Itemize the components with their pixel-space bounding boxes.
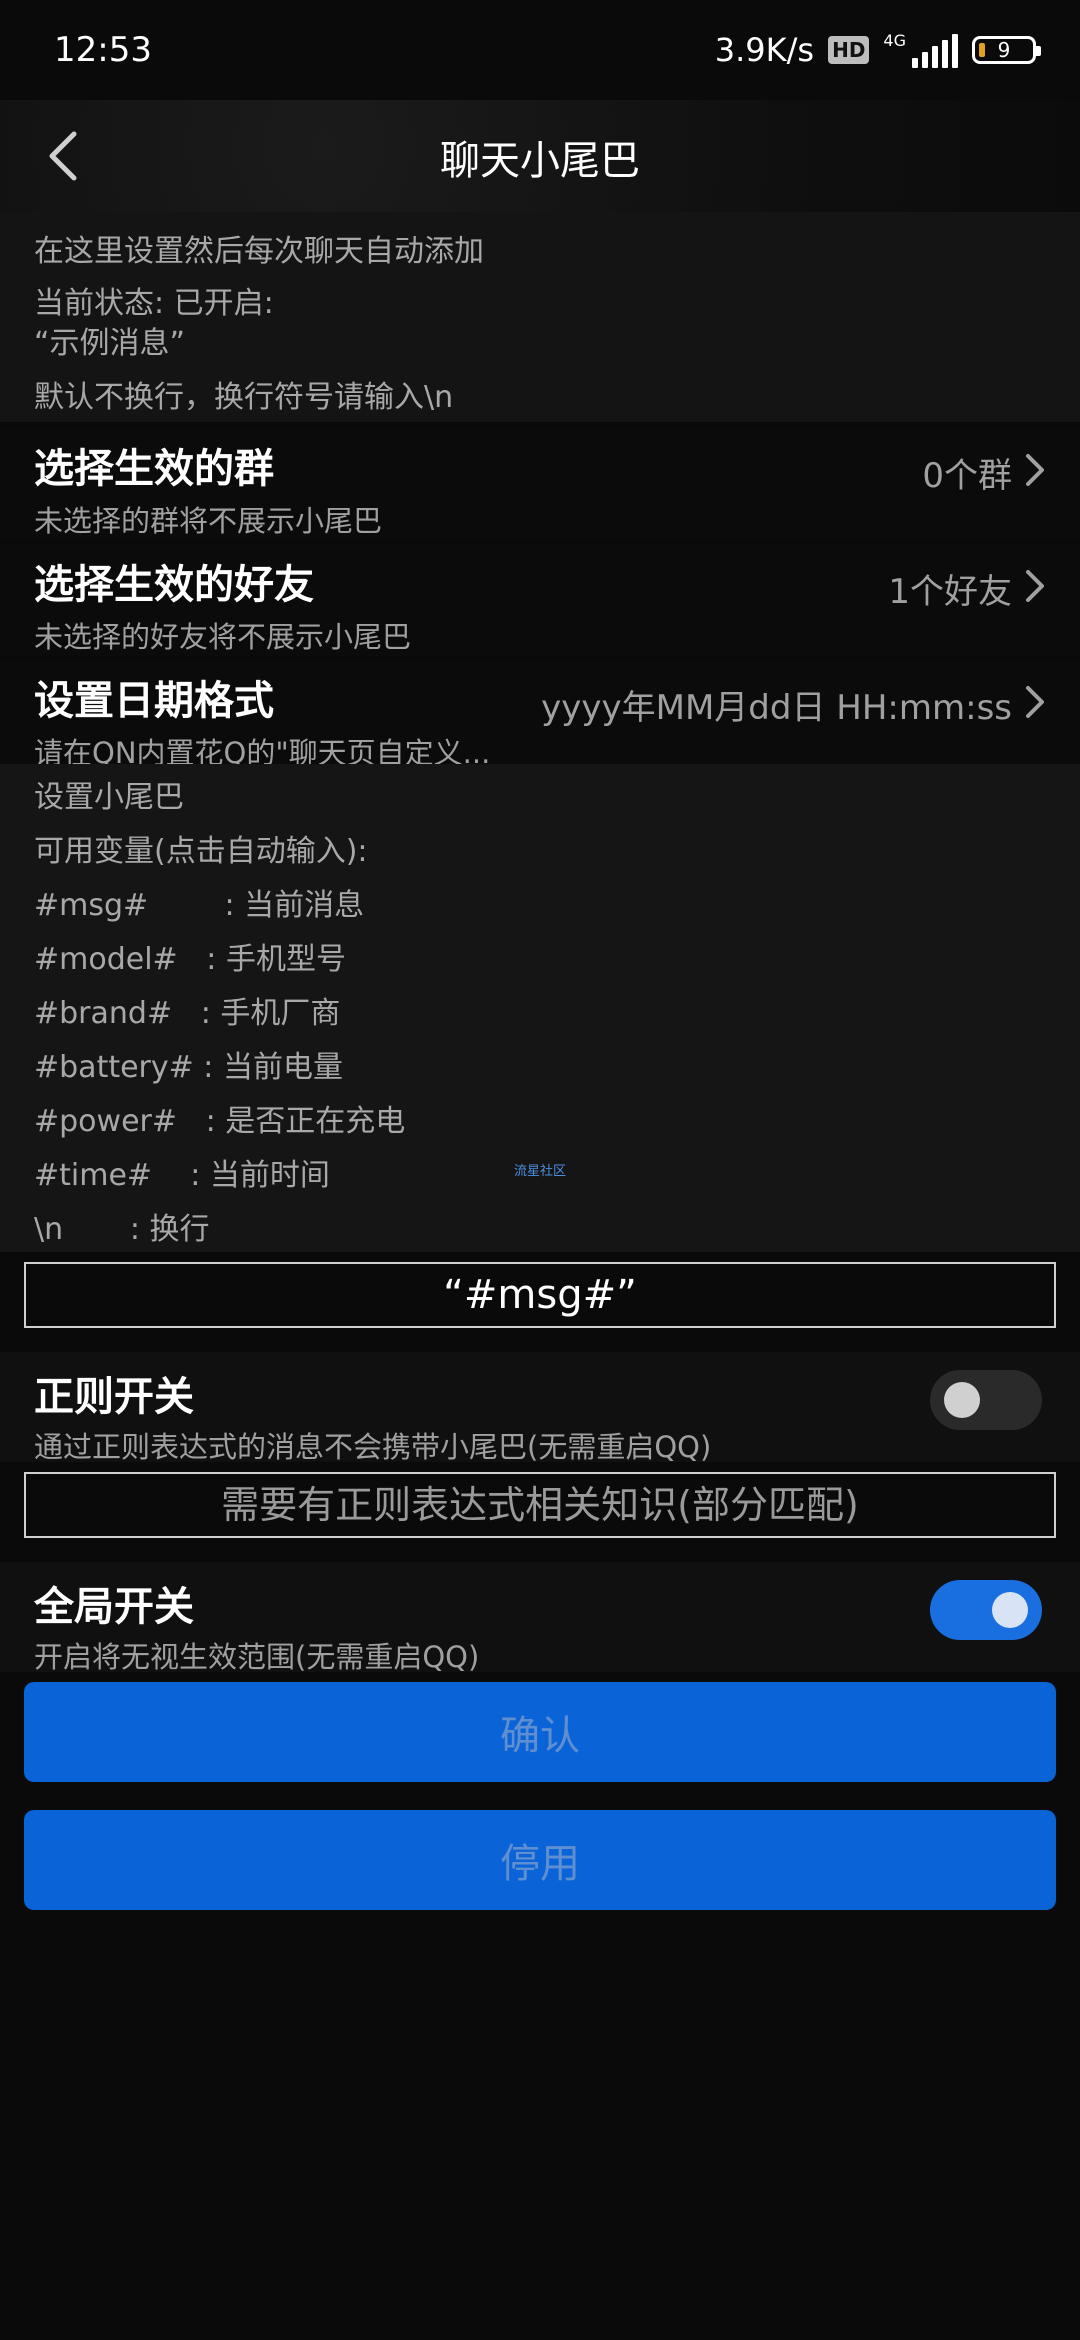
status-time: 12:53: [54, 30, 152, 70]
variables-header: 设置小尾巴: [34, 780, 184, 815]
info-panel: 在这里设置然后每次聊天自动添加 当前状态: 已开启: “示例消息” 默认不换行，…: [0, 212, 1080, 422]
date-format-value: yyyy年MM月dd日 HH:mm:ss: [541, 688, 1012, 728]
regex-switch-row: 正则开关 通过正则表达式的消息不会携带小尾巴(无需重启QQ): [0, 1352, 1080, 1464]
chevron-right-icon: [1026, 686, 1044, 718]
global-switch-subtitle: 开启将无视生效范围(无需重启QQ): [34, 1640, 480, 1674]
network-type: 4G: [883, 30, 906, 50]
select-groups-value: 0个群: [922, 456, 1012, 496]
select-groups-row[interactable]: 选择生效的群 未选择的群将不展示小尾巴 0个群: [0, 428, 1080, 540]
variable-time[interactable]: #time# : 当前时间: [34, 1150, 330, 1194]
regex-input[interactable]: [26, 1473, 1054, 1537]
net-speed: 3.9K/s: [714, 31, 815, 69]
battery-level: 9: [997, 38, 1011, 62]
regex-switch-subtitle: 通过正则表达式的消息不会携带小尾巴(无需重启QQ): [34, 1430, 712, 1464]
signal-icon: [912, 32, 958, 68]
variable-power[interactable]: #power# : 是否正在充电: [34, 1096, 405, 1140]
select-friends-subtitle: 未选择的好友将不展示小尾巴: [34, 620, 412, 654]
select-friends-row[interactable]: 选择生效的好友 未选择的好友将不展示小尾巴 1个好友: [0, 544, 1080, 656]
select-groups-title: 选择生效的群: [34, 446, 274, 492]
variable-brand[interactable]: #brand# : 手机厂商: [34, 988, 340, 1032]
info-newline-hint: 默认不换行，换行符号请输入\n: [34, 380, 454, 415]
variable-model[interactable]: #model# : 手机型号: [34, 934, 346, 978]
regex-toggle[interactable]: [930, 1370, 1042, 1430]
regex-input-box[interactable]: [24, 1472, 1056, 1538]
battery-icon: 9: [972, 36, 1041, 64]
info-status: 当前状态: 已开启:: [34, 286, 274, 321]
chevron-right-icon: [1026, 454, 1044, 486]
global-toggle[interactable]: [930, 1580, 1042, 1640]
tail-input[interactable]: [26, 1263, 1054, 1327]
global-switch-title: 全局开关: [34, 1584, 194, 1630]
info-description: 在这里设置然后每次聊天自动添加: [34, 234, 484, 269]
date-format-row[interactable]: 设置日期格式 请在QN内置花Q的"聊天页自定义... yyyy年MM月dd日 H…: [0, 660, 1080, 770]
tail-input-box[interactable]: [24, 1262, 1056, 1328]
chevron-right-icon: [1026, 570, 1044, 602]
select-friends-title: 选择生效的好友: [34, 562, 314, 608]
variables-hint: 可用变量(点击自动输入):: [34, 834, 368, 869]
select-groups-subtitle: 未选择的群将不展示小尾巴: [34, 504, 383, 538]
confirm-button[interactable]: 确认: [24, 1682, 1056, 1782]
regex-switch-title: 正则开关: [34, 1374, 194, 1420]
app-bar: 聊天小尾巴: [0, 100, 1080, 212]
hd-icon: HD: [828, 36, 870, 64]
variable-newline[interactable]: \n : 换行: [34, 1204, 210, 1248]
status-indicators: 3.9K/s HD 4G 9: [714, 30, 1041, 69]
page-title: 聊天小尾巴: [440, 138, 640, 184]
disable-button[interactable]: 停用: [24, 1810, 1056, 1910]
date-format-title: 设置日期格式: [34, 678, 274, 724]
select-friends-value: 1个好友: [888, 572, 1012, 612]
global-switch-row: 全局开关 开启将无视生效范围(无需重启QQ): [0, 1562, 1080, 1674]
variable-msg[interactable]: #msg# : 当前消息: [34, 880, 364, 924]
variable-battery[interactable]: #battery# : 当前电量: [34, 1042, 343, 1086]
info-current-message: “示例消息”: [34, 326, 186, 361]
status-bar: 12:53 3.9K/s HD 4G 9: [0, 0, 1080, 100]
watermark-text: 流星社区: [514, 1164, 567, 1179]
